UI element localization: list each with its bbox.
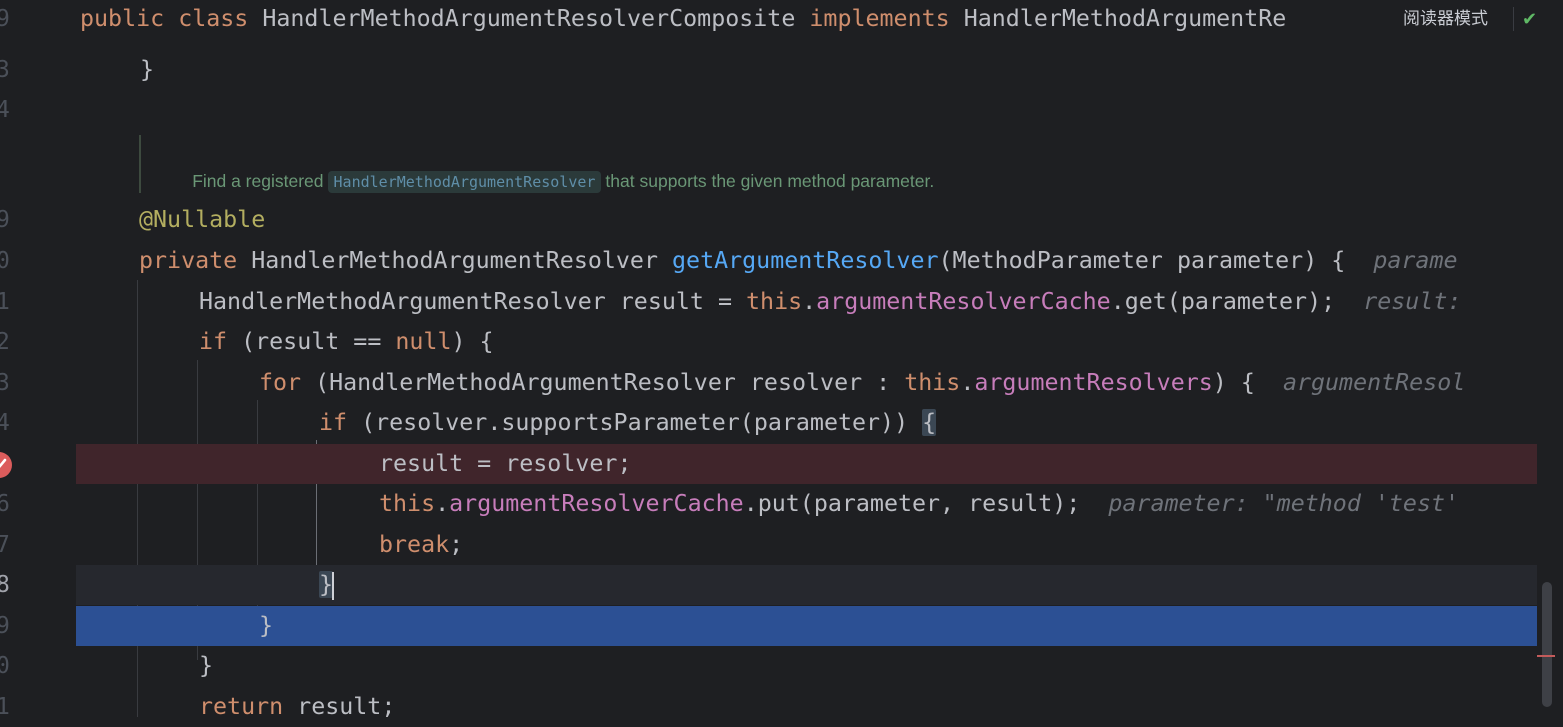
line-number: 3 <box>0 57 10 83</box>
doc-comment[interactable]: Find a registered HandlerMethodArgumentRe… <box>139 135 1141 193</box>
code-text: } <box>140 56 155 83</box>
code-text: if (result == null) { <box>199 322 494 362</box>
keyword: this <box>746 288 803 315</box>
line-number: 6 <box>0 491 10 517</box>
code-text: break; <box>379 525 463 565</box>
keyword: for <box>259 369 302 396</box>
code-segment: . <box>435 490 450 517</box>
keyword: this <box>904 369 961 396</box>
code-text: } <box>319 565 335 605</box>
line-number-current: 8 <box>0 572 10 598</box>
keyword: null <box>395 328 452 355</box>
field-name: argumentResolverCache <box>449 490 744 517</box>
code-segment: (HandlerMethodArgumentResolver resolver … <box>301 369 905 396</box>
doc-suffix: that supports the given method parameter… <box>605 171 935 191</box>
keyword: if <box>319 409 348 436</box>
code-line[interactable]: if (result == null) { <box>76 322 1537 362</box>
field-name: argumentResolvers <box>974 369 1213 396</box>
class-name: HandlerMethodArgumentResolverComposite <box>262 5 796 32</box>
line-number: 4 <box>0 410 10 436</box>
vertical-scrollbar[interactable] <box>1537 0 1563 717</box>
check-icon: ✔ <box>1522 9 1538 29</box>
line-number: 3 <box>0 370 10 396</box>
doc-prefix: Find a registered <box>192 171 324 191</box>
inline-debug-hint: result: <box>1363 288 1462 315</box>
line-number: 2 <box>0 329 10 355</box>
code-text: } <box>259 612 274 639</box>
annotation: @Nullable <box>139 206 266 233</box>
selected-line[interactable]: } <box>76 606 1537 646</box>
line-number: 9 <box>0 207 10 233</box>
reader-mode-label: 阅读器模式 <box>1403 9 1488 28</box>
scrollbar-thumb[interactable] <box>1542 582 1552 707</box>
text-caret <box>332 571 335 600</box>
interface-name: HandlerMethodArgumentRe <box>963 5 1287 32</box>
code-text: } <box>199 652 214 679</box>
code-line[interactable]: for (HandlerMethodArgumentResolver resol… <box>76 363 1537 403</box>
code-line[interactable]: this.argumentResolverCache.put(parameter… <box>76 484 1537 524</box>
divider <box>1513 7 1514 31</box>
type-name: HandlerMethodArgumentResolver <box>251 247 658 274</box>
code-segment: ) { <box>1212 369 1255 396</box>
doc-code-ref[interactable]: HandlerMethodArgumentResolver <box>327 171 602 193</box>
keyword: public <box>80 5 165 32</box>
code-segment: . <box>802 288 817 315</box>
code-text: HandlerMethodArgumentResolver result = t… <box>199 282 1461 322</box>
keyword: private <box>139 247 238 274</box>
method-name: getArgumentResolver <box>672 247 939 274</box>
keyword: this <box>379 490 436 517</box>
inline-debug-hint: parameter: "method 'test' <box>1108 490 1460 517</box>
line-number: 4 <box>0 97 10 123</box>
code-line[interactable]: break; <box>76 525 1537 565</box>
line-number: 1 <box>0 694 10 720</box>
line-number: 0 <box>0 653 10 679</box>
keyword: break <box>379 531 450 558</box>
error-stripe-mark[interactable] <box>1537 655 1555 657</box>
code-text: for (HandlerMethodArgumentResolver resol… <box>259 363 1465 403</box>
current-line[interactable]: } <box>76 565 1537 605</box>
code-line[interactable]: HandlerMethodArgumentResolver result = t… <box>76 282 1537 322</box>
code-text: result = resolver; <box>379 450 632 477</box>
line-number: 1 <box>0 289 10 315</box>
code-editor[interactable]: } Find a registered HandlerMethodArgument… <box>76 0 1537 717</box>
sticky-class-header[interactable]: 9 public class HandlerMethodArgumentReso… <box>0 0 1537 38</box>
code-line[interactable]: return result; <box>76 687 1537 717</box>
code-segment: .put(parameter, result); <box>743 490 1081 517</box>
code-segment: (result == <box>227 328 396 355</box>
breakpoint-line[interactable]: result = resolver; <box>76 444 1537 484</box>
code-segment: . <box>960 369 975 396</box>
matched-brace: } <box>319 571 334 598</box>
inline-debug-hint: argumentResol <box>1282 369 1466 396</box>
line-number: 9 <box>0 6 10 32</box>
code-line[interactable]: } <box>76 646 1537 686</box>
matched-brace: { <box>922 409 937 436</box>
code-segment: (resolver.supportsParameter(parameter)) <box>347 409 923 436</box>
field-name: argumentResolverCache <box>816 288 1111 315</box>
code-line[interactable]: @Nullable <box>76 200 1537 240</box>
inline-debug-hint: parame <box>1373 247 1458 274</box>
code-segment: result; <box>283 693 396 717</box>
code-line[interactable]: private HandlerMethodArgumentResolver ge… <box>76 241 1537 281</box>
keyword: class <box>178 5 249 32</box>
code-segment: HandlerMethodArgumentResolver result = <box>199 288 747 315</box>
params: (MethodParameter parameter) { <box>938 247 1346 274</box>
code-text: this.argumentResolverCache.put(parameter… <box>379 484 1459 524</box>
code-segment: .get(parameter); <box>1110 288 1336 315</box>
keyword: if <box>199 328 228 355</box>
line-number: 9 <box>0 613 10 639</box>
code-line[interactable]: } <box>76 50 1537 90</box>
reader-mode-toggle[interactable]: 阅读器模式 ✔ <box>1395 0 1545 38</box>
code-text: private HandlerMethodArgumentResolver ge… <box>139 241 1458 281</box>
code-segment: ) { <box>451 328 494 355</box>
code-segment: ; <box>449 531 464 558</box>
code-text: return result; <box>199 687 395 717</box>
code-text: if (resolver.supportsParameter(parameter… <box>319 403 937 443</box>
line-number: 0 <box>0 248 10 274</box>
code-line[interactable]: if (resolver.supportsParameter(parameter… <box>76 403 1537 443</box>
line-number-gutter[interactable]: 3 4 9 0 1 2 3 4 5 6 7 8 9 0 1 <box>0 0 76 720</box>
keyword: return <box>199 693 284 717</box>
line-number: 7 <box>0 532 10 558</box>
keyword: implements <box>809 5 950 32</box>
class-declaration: public class HandlerMethodArgumentResolv… <box>80 0 1286 38</box>
